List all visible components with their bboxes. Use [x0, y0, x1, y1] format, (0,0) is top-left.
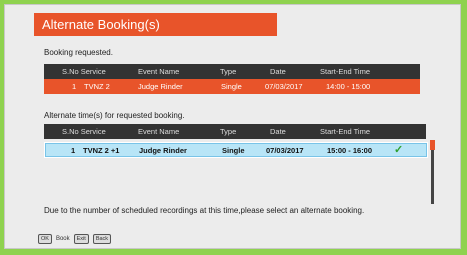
row-time: 15:00 - 16:00 — [327, 146, 373, 155]
col-date: Date — [270, 127, 286, 136]
ok-key-label: Book — [55, 236, 70, 242]
requested-table-header: S.No Service Event Name Type Date Start-… — [44, 64, 420, 79]
col-type: Type — [220, 67, 237, 76]
col-time: Start-End Time — [320, 127, 371, 136]
alternate-booking-row[interactable]: 1 TVNZ 2 +1 Judge Rinder Single 07/03/20… — [44, 142, 428, 158]
row-date: 07/03/2017 — [265, 82, 303, 91]
row-type: Single — [221, 82, 242, 91]
footer-key-hints: OK Book Exit Back — [38, 234, 112, 244]
info-message: Due to the number of scheduled recording… — [44, 206, 365, 215]
scrollbar-track[interactable] — [431, 144, 434, 204]
col-date: Date — [270, 67, 286, 76]
selected-check-icon: ✓ — [394, 144, 404, 156]
ok-key-icon[interactable]: OK — [38, 234, 52, 244]
requested-label: Booking requested. — [44, 48, 113, 57]
row-time: 14:00 - 15:00 — [326, 82, 371, 91]
row-service: TVNZ 2 +1 — [83, 146, 120, 155]
row-event: Judge Rinder — [139, 146, 187, 155]
scrollbar-thumb[interactable] — [430, 140, 435, 150]
back-key-icon[interactable]: Back — [92, 234, 112, 244]
col-type: Type — [220, 127, 237, 136]
row-date: 07/03/2017 — [266, 146, 304, 155]
alternate-label: Alternate time(s) for requested booking. — [44, 111, 185, 120]
col-sno-service: S.No Service — [62, 127, 106, 136]
row-sno: 1 — [72, 82, 77, 91]
exit-key-icon[interactable]: Exit — [73, 234, 89, 244]
col-event-name: Event Name — [138, 67, 180, 76]
row-event: Judge Rinder — [138, 82, 183, 91]
row-service: TVNZ 2 — [84, 82, 110, 91]
requested-booking-row: 1 TVNZ 2 Judge Rinder Single 07/03/2017 … — [44, 79, 420, 94]
col-time: Start-End Time — [320, 67, 371, 76]
row-sno: 1 — [71, 146, 76, 155]
col-sno-service: S.No Service — [62, 67, 106, 76]
col-event-name: Event Name — [138, 127, 180, 136]
dialog-title: Alternate Booking(s) — [34, 13, 277, 36]
row-type: Single — [222, 146, 245, 155]
alternate-table-header: S.No Service Event Name Type Date Start-… — [44, 124, 426, 139]
